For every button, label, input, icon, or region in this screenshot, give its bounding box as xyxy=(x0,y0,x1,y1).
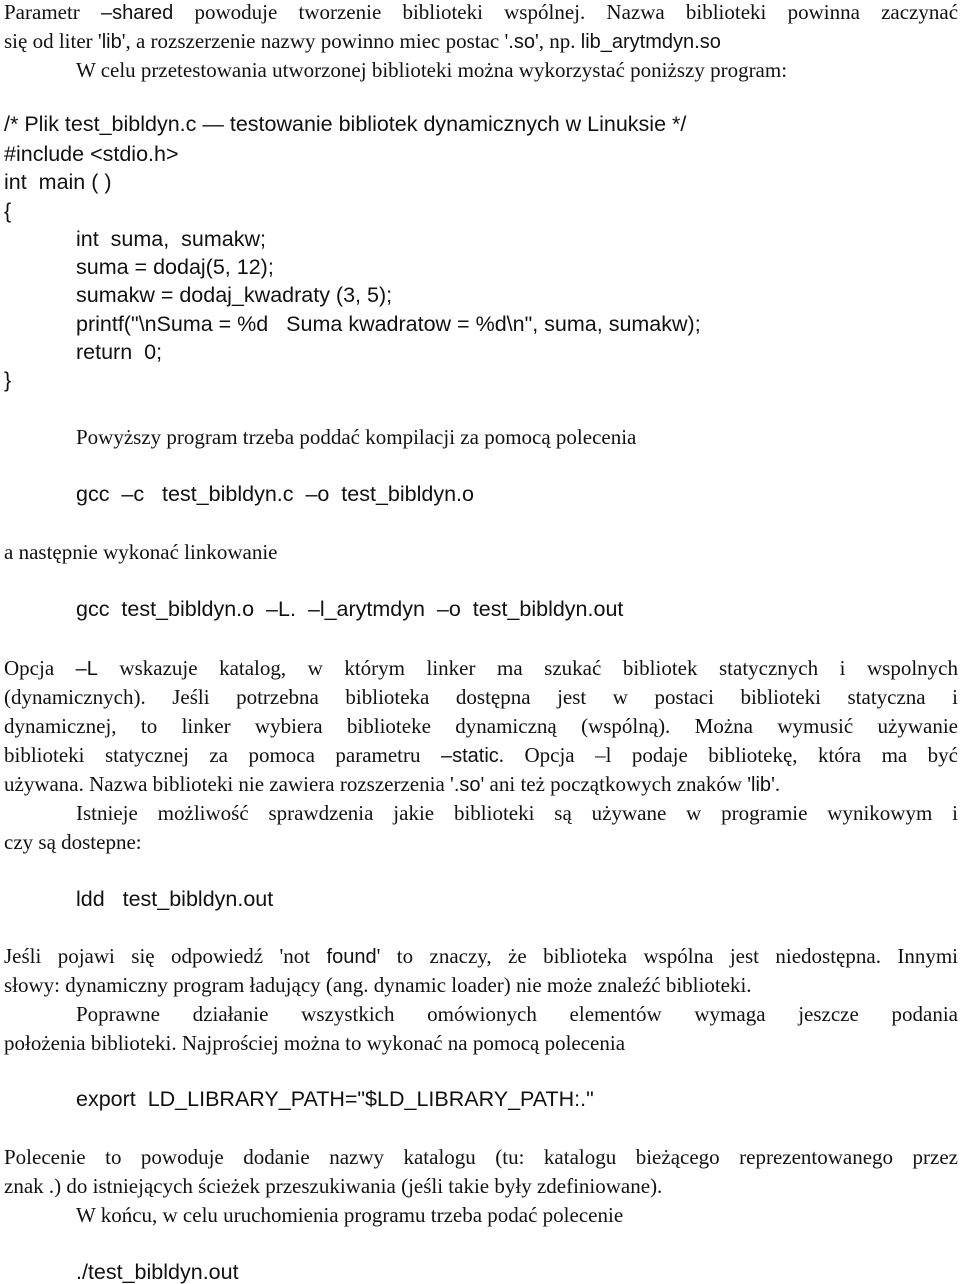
code-line-decl: int suma, sumakw; xyxy=(76,227,266,251)
link-command: gcc test_bibldyn.o –L. –l_arytmdyn –o te… xyxy=(76,597,624,621)
intro-text: ', a rozszerzenie nazwy powinno miec pos… xyxy=(121,29,509,53)
path-intro-line-2: położenia biblioteki. Najprościej można … xyxy=(4,1031,626,1055)
L-option: –L xyxy=(75,658,98,680)
options-text: wskazuje katalog, w którym linker ma szu… xyxy=(97,656,958,680)
options-text: '. xyxy=(771,772,781,796)
code-line-close-brace: } xyxy=(4,368,12,392)
intro-text: się od liter ' xyxy=(4,29,102,53)
code-line-main: int main ( ) xyxy=(4,170,112,194)
intro-line-3: W celu przetestowania utworzonej bibliot… xyxy=(76,58,788,82)
intro-line-2: się od liter 'lib', a rozszerzenie nazwy… xyxy=(4,29,721,53)
library-example: lib_arytmdyn.so xyxy=(580,31,721,53)
found-keyword: found xyxy=(326,946,377,968)
run-intro: W końcu, w celu uruchomienia programu tr… xyxy=(76,1203,624,1227)
not-found-line-2: słowy: dynamiczny program ładujący (ang.… xyxy=(4,973,752,997)
intro-text: Parametr xyxy=(4,0,101,24)
options-line-5: używana. Nazwa biblioteki nie zawiera ro… xyxy=(4,772,781,796)
run-command: ./test_bibldyn.out xyxy=(76,1260,239,1284)
so-extension: .so xyxy=(453,774,481,796)
export-command: export LD_LIBRARY_PATH="$LD_LIBRARY_PATH… xyxy=(76,1087,594,1111)
options-line-3: dynamicznej, to linker wybiera bibliotek… xyxy=(4,714,958,738)
code-line-sumakw: sumakw = dodaj_kwadraty (3, 5); xyxy=(76,283,393,307)
not-found-text: Jeśli pojawi się odpowiedź 'not xyxy=(4,944,327,968)
compile-intro: Powyższy program trzeba poddać kompilacj… xyxy=(76,425,637,449)
options-text: biblioteki statycznej za pomoca parametr… xyxy=(4,743,441,767)
lib-prefix: lib xyxy=(751,774,772,796)
export-explanation-line-2: znak .) do istniejących ścieżek przeszuk… xyxy=(4,1174,663,1198)
ldd-command: ldd test_bibldyn.out xyxy=(76,887,274,911)
options-text: ' ani też początkowych znaków ' xyxy=(480,772,752,796)
options-text: Opcja xyxy=(4,656,76,680)
intro-text: ', np. xyxy=(534,29,581,53)
code-line-printf: printf("\nSuma = %d Suma kwadratow = %d\… xyxy=(76,312,701,336)
intro-line-1: Parametr –shared powoduje tworzenie bibl… xyxy=(4,0,959,24)
lib-prefix: lib xyxy=(101,31,122,53)
intro-text: powoduje tworzenie biblioteki wspólnej. … xyxy=(173,0,959,24)
options-line-4: biblioteki statycznej za pomoca parametr… xyxy=(4,743,958,767)
options-text: . Opcja –l podaje bibliotekę, która ma b… xyxy=(498,743,958,767)
code-line-comment: /* Plik test_bibldyn.c — testowanie bibl… xyxy=(4,112,687,136)
link-intro: a następnie wykonać linkowanie xyxy=(4,540,278,564)
code-line-return: return 0; xyxy=(76,340,163,364)
shared-option: –shared xyxy=(101,2,174,24)
static-option: –static xyxy=(440,745,499,767)
ldd-intro-line-2: czy są dostepne: xyxy=(4,830,142,854)
export-explanation-line-1: Polecenie to powoduje dodanie nazwy kata… xyxy=(4,1145,958,1169)
ldd-intro-line-1: Istnieje możliwość sprawdzenia jakie bib… xyxy=(76,801,958,825)
options-line-1: Opcja –L wskazuje katalog, w którym link… xyxy=(4,656,958,680)
code-line-suma: suma = dodaj(5, 12); xyxy=(76,255,274,279)
code-line-open-brace: { xyxy=(4,199,12,223)
not-found-text: ' to znaczy, że biblioteka wspólna jest … xyxy=(376,944,958,968)
code-line-include: #include <stdio.h> xyxy=(4,142,179,166)
compile-command: gcc –c test_bibldyn.c –o test_bibldyn.o xyxy=(76,482,474,506)
options-text: używana. Nazwa biblioteki nie zawiera ro… xyxy=(4,772,454,796)
so-extension: .so xyxy=(508,31,535,53)
path-intro-line-1: Poprawne działanie wszystkich omówionych… xyxy=(76,1002,958,1026)
options-line-2: (dynamicznych). Jeśli potrzebna bibliote… xyxy=(4,685,958,709)
not-found-line-1: Jeśli pojawi się odpowiedź 'not found' t… xyxy=(4,944,958,968)
